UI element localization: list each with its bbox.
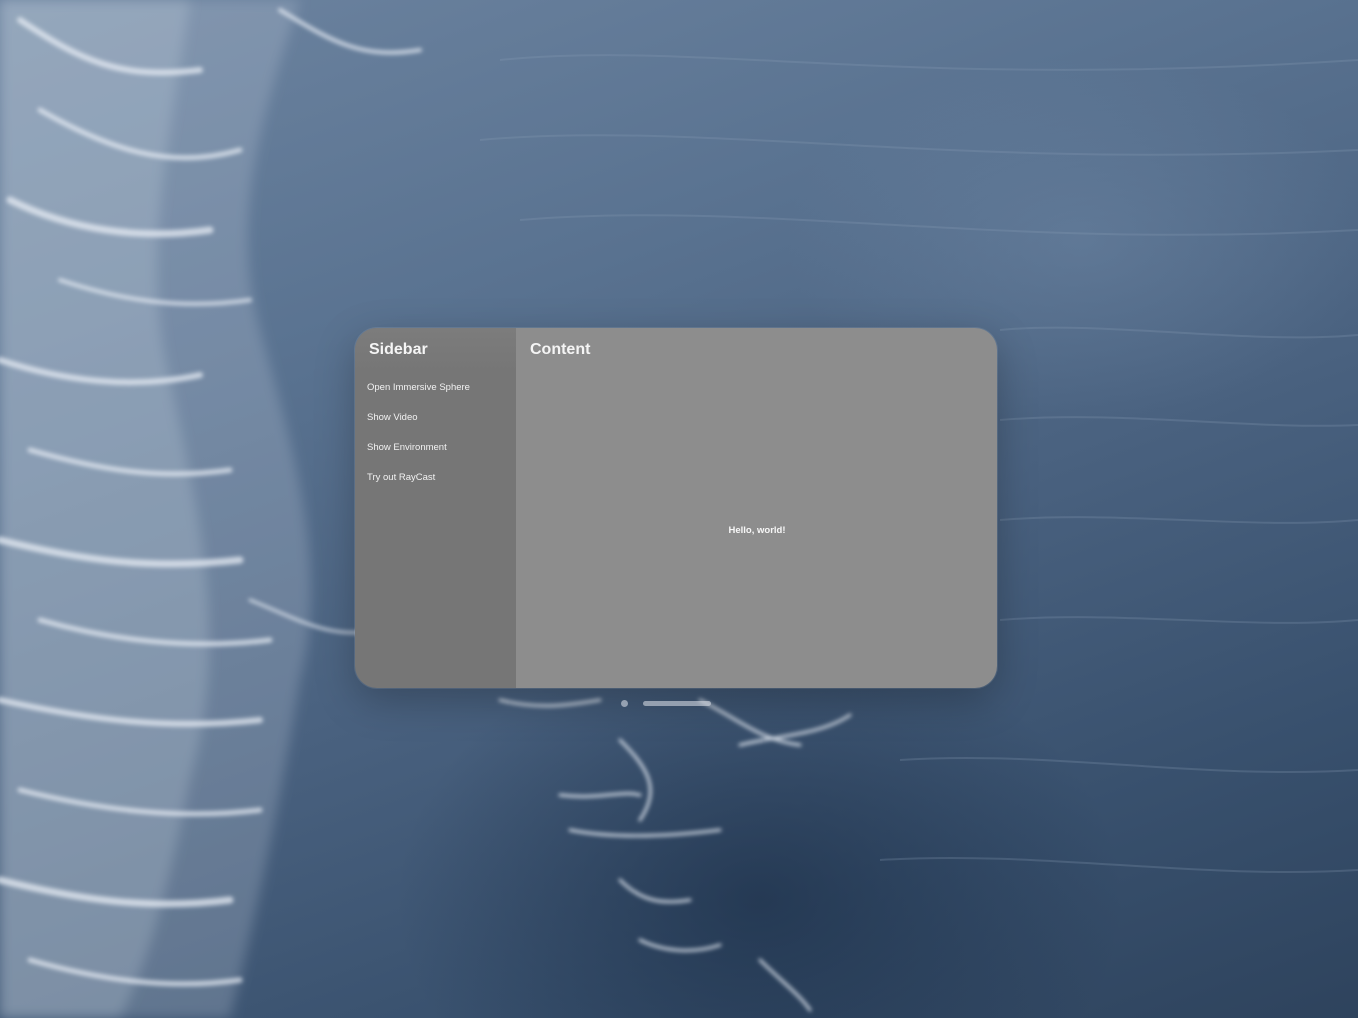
sidebar: Sidebar Open Immersive Sphere Show Video…: [355, 328, 516, 688]
sidebar-item-show-environment[interactable]: Show Environment: [355, 436, 516, 466]
sidebar-item-open-immersive-sphere[interactable]: Open Immersive Sphere: [355, 376, 516, 406]
sidebar-header: Sidebar: [355, 328, 516, 372]
content-title: Content: [530, 341, 591, 358]
sidebar-item-try-out-raycast[interactable]: Try out RayCast: [355, 466, 516, 496]
app-window: Sidebar Open Immersive Sphere Show Video…: [355, 328, 997, 688]
window-controls: [620, 700, 715, 708]
sidebar-list: Open Immersive Sphere Show Video Show En…: [355, 376, 516, 496]
content-pane: Content Hello, world!: [516, 328, 997, 688]
sidebar-item-show-video[interactable]: Show Video: [355, 406, 516, 436]
close-dot-icon[interactable]: [621, 700, 628, 707]
window-grabber-bar-icon[interactable]: [643, 701, 711, 706]
content-message: Hello, world!: [728, 525, 786, 536]
sidebar-title: Sidebar: [369, 341, 428, 358]
immersive-background: Sidebar Open Immersive Sphere Show Video…: [0, 0, 1358, 1018]
